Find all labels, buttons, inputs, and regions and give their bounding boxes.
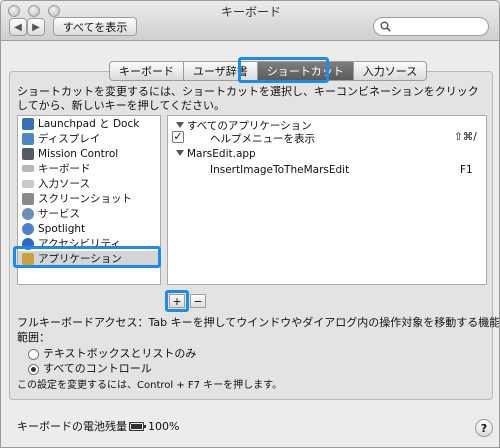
forward-button[interactable]: ▶ — [27, 18, 45, 36]
shortcuts-tab-highlight — [238, 57, 329, 83]
keyboard-icon — [22, 165, 34, 172]
radio-all-controls-label[interactable]: すべてのコントロール — [43, 362, 152, 376]
category-spotlight[interactable]: Spotlight — [18, 221, 160, 236]
battery-level: 100% — [148, 420, 180, 433]
category-mission-control[interactable]: Mission Control — [18, 146, 160, 161]
control-f7-note: この設定を変更するには、Control + F7 キーを押します。 — [17, 380, 283, 391]
remove-shortcut-button[interactable]: − — [190, 294, 206, 308]
category-screenshots[interactable]: スクリーンショット — [18, 191, 160, 206]
add-button-highlight — [165, 290, 189, 312]
tab-keyboard[interactable]: キーボード — [109, 61, 184, 81]
chevron-left-icon: ◀ — [14, 21, 22, 33]
launchpad-icon — [22, 117, 34, 130]
mission-control-icon — [22, 147, 34, 160]
radio-all-controls[interactable] — [28, 364, 39, 375]
keyboard-preferences-window: キーボード ◀ ▶ すべてを表示 キーボード ユーザ辞書 ショートカット 入力ソ… — [0, 0, 500, 448]
shortcut-insert-image-key[interactable]: F1 — [460, 164, 473, 176]
shortcut-help-menu-key[interactable]: ⇧⌘/ — [454, 131, 477, 143]
question-mark-icon: ? — [480, 421, 488, 435]
display-icon — [22, 132, 34, 145]
category-services[interactable]: サービス — [18, 206, 160, 221]
tab-input-sources[interactable]: 入力ソース — [353, 61, 428, 81]
gear-icon — [22, 207, 34, 220]
back-button[interactable]: ◀ — [9, 18, 27, 36]
shortcut-insert-image-label[interactable]: InsertImageToTheMarsEdit — [210, 164, 349, 176]
shortcut-checkbox[interactable]: ✓ — [172, 131, 184, 143]
shortcut-list[interactable]: すべてのアプリケーション ✓ ヘルプメニューを表示 ⇧⌘/ MarsEdit.a… — [167, 115, 487, 285]
search-field[interactable] — [373, 17, 489, 36]
disclosure-triangle-icon — [176, 150, 184, 156]
category-keyboard[interactable]: キーボード — [18, 161, 160, 176]
chevron-right-icon: ▶ — [32, 21, 40, 33]
battery-icon — [129, 422, 146, 431]
group-marsedit[interactable]: MarsEdit.app — [176, 148, 256, 160]
spotlight-icon — [22, 222, 34, 235]
battery-label: キーボードの電池残量： — [17, 420, 138, 433]
radio-text-boxes-lists[interactable] — [28, 349, 39, 360]
search-input[interactable] — [394, 19, 484, 34]
full-keyboard-access-label: フルキーボードアクセス：Tab キーを押してウインドウやダイアログ内の操作対象を… — [17, 316, 500, 329]
help-button[interactable]: ? — [475, 419, 493, 437]
category-input-sources[interactable]: 入力ソース — [18, 176, 160, 191]
description-text: ショートカットを変更するには、ショートカットを選択し、キーコンビネーションをクリ… — [17, 85, 479, 112]
show-all-button[interactable]: すべてを表示 — [53, 17, 137, 36]
input-sources-icon — [22, 179, 34, 188]
disclosure-triangle-icon — [176, 122, 184, 128]
category-launchpad-dock[interactable]: Launchpad と Dock — [18, 116, 160, 131]
category-display[interactable]: ディスプレイ — [18, 131, 160, 146]
title-bar: キーボード ◀ ▶ すべてを表示 — [1, 1, 499, 41]
full-keyboard-access-label-line2: 範囲： — [17, 331, 50, 344]
screenshot-icon — [22, 192, 34, 205]
shortcut-help-menu-label[interactable]: ヘルプメニューを表示 — [210, 131, 315, 146]
radio-text-boxes-lists-label[interactable]: テキストボックスとリストのみ — [43, 347, 196, 361]
search-icon — [380, 21, 391, 32]
applications-highlight — [13, 246, 161, 268]
